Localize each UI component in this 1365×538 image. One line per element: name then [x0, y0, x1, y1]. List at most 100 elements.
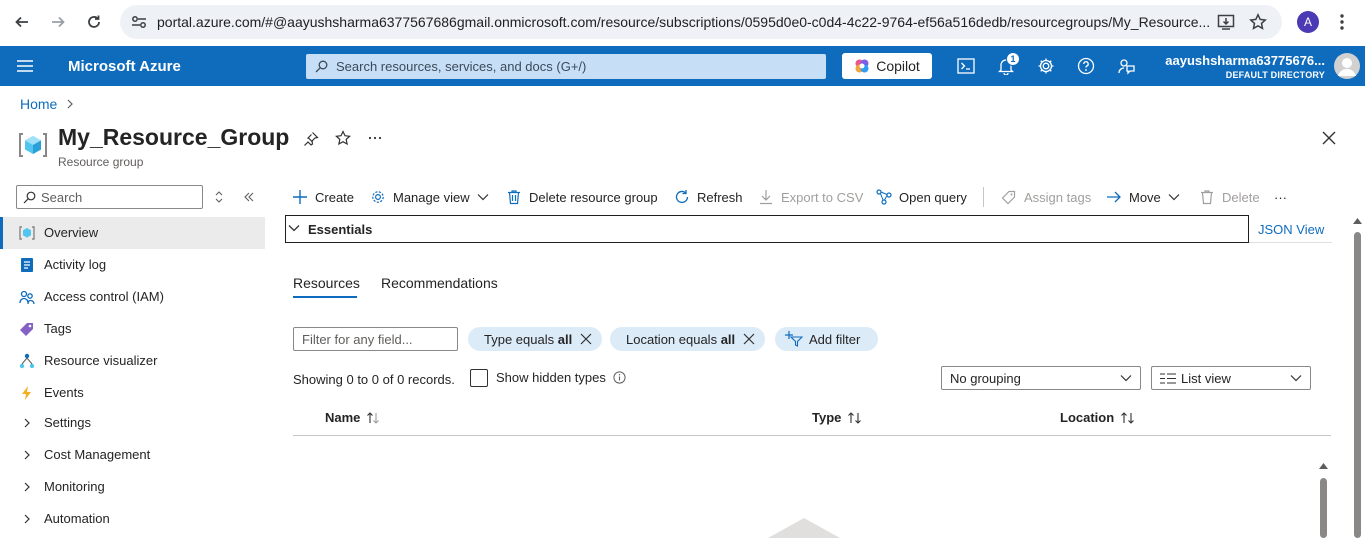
assign-tags-button[interactable]: Assign tags [1001, 186, 1091, 208]
column-header-location[interactable]: Location [1060, 410, 1136, 425]
content-scrollbar[interactable] [1320, 478, 1327, 538]
chevron-right-icon [65, 98, 75, 110]
delete-button[interactable]: Delete [1199, 186, 1260, 208]
create-button[interactable]: Create [292, 186, 354, 208]
reload-icon[interactable] [83, 11, 105, 33]
breadcrumb-home[interactable]: Home [20, 96, 57, 112]
column-header-name[interactable]: Name [325, 410, 380, 425]
sidebar-group-cost-management[interactable]: Cost Management [0, 439, 265, 471]
account-info[interactable]: aayushsharma63775676... DEFAULT DIRECTOR… [1165, 53, 1325, 80]
sidebar-item-label: Automation [44, 511, 110, 526]
cloud-shell-icon[interactable] [956, 56, 976, 76]
refresh-button[interactable]: Refresh [674, 186, 743, 208]
type-filter-pill[interactable]: Type equals all [468, 327, 603, 351]
sidebar-group-automation[interactable]: Automation [0, 503, 265, 535]
more-label: ··· [1274, 189, 1287, 205]
copilot-button[interactable]: Copilot [842, 53, 932, 79]
help-icon[interactable] [1076, 56, 1096, 76]
filter-input[interactable]: Filter for any field... [293, 327, 458, 351]
move-button[interactable]: Move [1106, 186, 1180, 208]
sidebar-item-access-control[interactable]: Access control (IAM) [0, 281, 265, 313]
scroll-up-arrow-icon[interactable] [1319, 463, 1328, 469]
grouping-dropdown[interactable]: No grouping [941, 366, 1141, 390]
collapse-sidebar-icon[interactable] [243, 191, 255, 203]
view-mode-dropdown[interactable]: List view [1151, 366, 1311, 390]
account-directory: DEFAULT DIRECTORY [1225, 70, 1325, 80]
manage-view-label: Manage view [393, 189, 470, 205]
essentials-section-toggle[interactable]: Essentials [285, 215, 1249, 243]
sidebar-item-tags[interactable]: Tags [0, 313, 265, 345]
forward-icon[interactable] [47, 11, 69, 33]
active-tab-indicator [293, 296, 357, 298]
favorite-star-icon[interactable] [335, 130, 351, 146]
toolbar-divider [983, 187, 984, 207]
more-options-icon[interactable] [368, 136, 382, 140]
json-view-link[interactable]: JSON View [1258, 222, 1324, 237]
brand-title[interactable]: Microsoft Azure [68, 58, 181, 75]
sidebar-item-resource-visualizer[interactable]: Resource visualizer [0, 345, 265, 377]
tab-resources[interactable]: Resources [293, 275, 360, 291]
sidebar-item-events[interactable]: Events [0, 377, 265, 409]
column-header-type[interactable]: Type [812, 410, 863, 425]
sidebar-search-input[interactable]: Search [16, 185, 203, 209]
global-search-input[interactable]: Search resources, services, and docs (G+… [306, 54, 826, 79]
info-icon[interactable] [613, 371, 626, 384]
move-label: Move [1129, 189, 1161, 205]
install-app-icon[interactable] [1217, 13, 1235, 31]
location-filter-pill[interactable]: Location equals all [610, 327, 766, 351]
table-header-divider [293, 435, 1331, 436]
add-filter-button[interactable]: Add filter [775, 327, 879, 351]
feedback-icon[interactable] [1116, 56, 1136, 76]
page-scrollbar[interactable] [1354, 232, 1361, 538]
trash-icon [506, 189, 522, 205]
export-csv-button[interactable]: Export to CSV [758, 186, 863, 208]
hamburger-menu-icon[interactable] [17, 60, 33, 72]
delete-resource-group-button[interactable]: Delete resource group [506, 186, 658, 208]
close-icon[interactable] [743, 333, 755, 345]
chevron-down-icon [1168, 193, 1180, 201]
open-query-button[interactable]: Open query [876, 186, 967, 208]
tab-recommendations[interactable]: Recommendations [381, 275, 498, 291]
add-filter-label: Add filter [809, 331, 861, 347]
export-csv-label: Export to CSV [781, 189, 864, 205]
query-icon [876, 189, 892, 205]
bookmark-star-icon[interactable] [1249, 13, 1267, 31]
address-bar[interactable]: portal.azure.com/#@aayushsharma637756768… [120, 5, 1282, 39]
sidebar-group-monitoring[interactable]: Monitoring [0, 471, 265, 503]
settings-gear-icon[interactable] [1036, 56, 1056, 76]
sidebar-group-settings[interactable]: Settings [0, 407, 265, 439]
site-info-icon[interactable] [131, 15, 147, 29]
expand-collapse-icon[interactable] [214, 191, 224, 203]
back-icon[interactable] [11, 11, 33, 33]
close-icon[interactable] [1321, 130, 1337, 146]
type-filter-label: Type equals all [484, 331, 573, 347]
chrome-menu-icon[interactable] [1339, 13, 1345, 31]
sort-icon [847, 411, 863, 424]
user-avatar[interactable] [1334, 53, 1360, 79]
sidebar-item-overview[interactable]: Overview [0, 217, 265, 249]
refresh-label: Refresh [697, 189, 743, 205]
sidebar-item-label: Settings [44, 415, 91, 430]
copilot-icon [854, 58, 870, 74]
pin-icon[interactable] [303, 131, 319, 147]
scroll-up-arrow-icon[interactable] [1353, 218, 1362, 224]
close-icon[interactable] [580, 333, 592, 345]
profile-avatar[interactable]: A [1297, 11, 1319, 33]
sort-icon [1120, 411, 1136, 424]
location-filter-label: Location equals all [626, 331, 736, 347]
copilot-label: Copilot [876, 58, 920, 74]
chevron-right-icon [19, 415, 35, 431]
show-hidden-types-checkbox[interactable] [470, 369, 488, 387]
show-hidden-types-label[interactable]: Show hidden types [496, 370, 606, 385]
manage-view-button[interactable]: Manage view [370, 186, 489, 208]
sidebar-item-label: Activity log [44, 257, 107, 272]
add-filter-icon [785, 331, 803, 347]
plus-icon [292, 189, 308, 205]
grouping-value: No grouping [950, 371, 1021, 386]
sidebar-item-activity-log[interactable]: Activity log [0, 249, 265, 281]
filter-placeholder: Filter for any field... [302, 332, 413, 347]
sidebar-item-label: Tags [44, 321, 72, 336]
resource-group-icon [18, 131, 48, 159]
toolbar-more-button[interactable]: ··· [1274, 186, 1287, 208]
page-subtitle: Resource group [58, 155, 144, 169]
